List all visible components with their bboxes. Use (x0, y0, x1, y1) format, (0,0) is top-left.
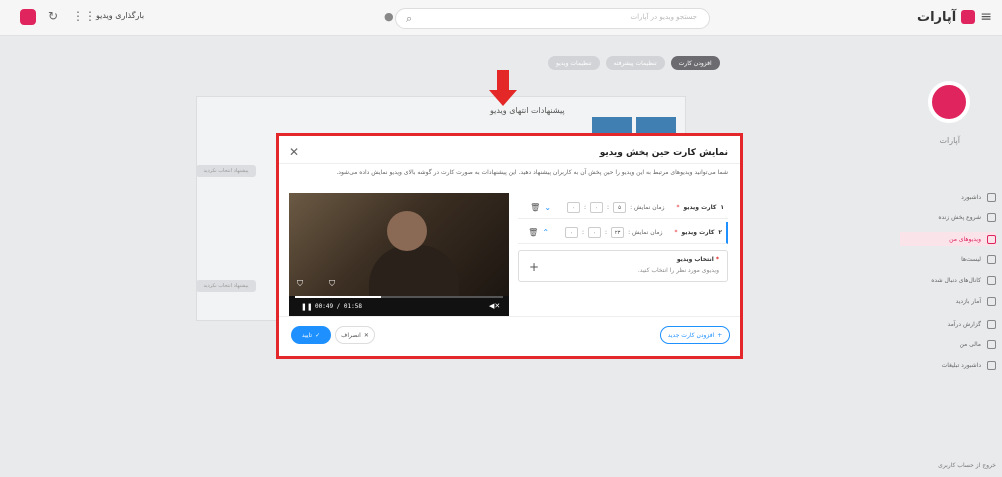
cancel-button[interactable]: ✕ انصراف (335, 326, 375, 344)
minutes-input[interactable]: ۰ (588, 227, 602, 238)
required-mark: * (674, 229, 678, 236)
hours-input[interactable]: ۰ (567, 202, 581, 213)
channels-icon (987, 275, 996, 285)
progress-fill (295, 296, 382, 298)
list-icon (987, 254, 996, 264)
search-placeholder: جستجو ویدیو در آپارات (630, 13, 698, 21)
time-label: زمان نمایش : (628, 229, 663, 236)
tab-add-card[interactable]: افزودن کارت (670, 56, 720, 70)
wallet-icon (987, 339, 996, 349)
select-video-box[interactable]: * انتخاب ویدیو ویدیوی مورد نظر را انتخاب… (518, 250, 728, 282)
search-icon[interactable]: ⌕ (406, 12, 412, 26)
trash-icon[interactable]: 🗑 (530, 203, 540, 212)
mute-icon[interactable]: ◀✕ (489, 302, 500, 310)
mic-icon[interactable]: ● (384, 10, 394, 23)
logo[interactable]: ≡ آپارات (917, 9, 992, 25)
seconds-input[interactable]: ۵ (613, 202, 627, 213)
sidebar-item[interactable]: داشبورد تبلیغات (900, 358, 996, 372)
channel-name: آپارات (939, 136, 960, 145)
divider (279, 316, 740, 317)
tab-video-settings[interactable]: تنظیمات ویدیو (548, 56, 600, 70)
card-label: کارت ویدیو (683, 204, 717, 211)
video-player[interactable]: ⛉ ⛉ ❚❚ 00:49 / 01:58 ◀✕ (289, 193, 509, 317)
sidebar-item-label: لیست‌ها (961, 255, 981, 263)
suggestion-button[interactable]: پیشنهاد انتخاب نکردید (196, 280, 256, 292)
sidebar-item[interactable]: لیست‌ها (900, 252, 996, 266)
sidebar-item[interactable]: ویدیوهای من (900, 232, 996, 246)
income-icon (987, 319, 996, 329)
card-label: کارت ویدیو (681, 229, 715, 236)
pause-icon[interactable]: ❚❚ (301, 303, 313, 311)
chevron-up-icon[interactable]: ⌃ (542, 228, 549, 237)
sidebar-item[interactable]: گزارش درآمد (900, 317, 996, 331)
select-video-hint: ویدیوی مورد نظر را انتخاب کنید. (637, 267, 719, 274)
sidebar-item[interactable]: مالی من (900, 337, 996, 351)
ads-icon (987, 360, 996, 370)
select-video-title: * انتخاب ویدیو (676, 256, 719, 263)
add-card-button[interactable]: + افزودن کارت جدید (660, 326, 730, 344)
apps-brand-icon[interactable] (20, 9, 36, 25)
time-label: زمان نمایش : (630, 204, 665, 211)
confirm-button[interactable]: ✓ تایید (291, 326, 331, 344)
live-icon (987, 212, 996, 222)
channel-avatar[interactable] (928, 81, 970, 123)
sidebar-item-label: شروع پخش زنده (938, 213, 981, 221)
tab-advanced-settings[interactable]: تنظیمات پیشرفته (605, 56, 665, 70)
menu-icon[interactable]: ≡ (980, 9, 992, 25)
chevron-down-icon[interactable]: ⌄ (544, 203, 551, 212)
card-row[interactable]: ۲ کارت ویدیو * زمان نمایش : ۲۳ : ۰ : ۰ ⌃… (518, 222, 728, 244)
sidebar-item[interactable]: آمار بازدید (900, 294, 996, 308)
card-number: ۲ (718, 229, 722, 236)
minutes-input[interactable]: ۰ (590, 202, 604, 213)
plus-icon[interactable]: + (529, 260, 539, 274)
divider (279, 163, 740, 164)
sidebar-item-label: گزارش درآمد (947, 320, 981, 328)
plus-icon: + (717, 331, 723, 339)
brand-name: آپارات (917, 9, 957, 25)
grid-icon[interactable]: ⋮⋮ (72, 9, 96, 23)
video-time: 00:49 / 01:58 (315, 303, 362, 310)
hours-input[interactable]: ۰ (565, 227, 579, 238)
tab-chips: تنظیمات ویدیو تنظیمات پیشرفته افزودن کار… (548, 56, 720, 70)
card-number: ۱ (720, 204, 724, 211)
dashboard-icon (987, 192, 996, 202)
card-modal: نمایش کارت حین پخش ویدیو ✕ شما می‌توانید… (279, 136, 740, 356)
sidebar-item-label: داشبورد (961, 193, 981, 201)
stats-icon (987, 296, 996, 306)
trash-icon[interactable]: 🗑 (528, 228, 538, 237)
sidebar-item-label: مالی من (959, 340, 981, 348)
check-icon: ✓ (315, 331, 321, 339)
sidebar-item[interactable]: شروع پخش زنده (900, 210, 996, 224)
card-row[interactable]: ۱ کارت ویدیو * زمان نمایش : ۵ : ۰ : ۰ ⌄ … (518, 197, 728, 219)
close-icon[interactable]: ✕ (289, 145, 299, 159)
history-icon[interactable]: ↻ (48, 9, 58, 23)
red-arrow-annotation (489, 70, 517, 110)
sidebar-item-label: کانال‌های دنبال شده (931, 276, 981, 284)
brand-icon (961, 10, 976, 24)
videos-icon (987, 234, 996, 244)
sidebar-item[interactable]: داشبورد (900, 190, 996, 204)
card-marker-icon[interactable]: ⛉ (329, 279, 337, 289)
top-bar: ↻ ⋮⋮ بارگذاری ویدیو ● ⌕ جستجو ویدیو در آ… (0, 0, 1002, 36)
close-icon: ✕ (363, 331, 369, 339)
required-mark: * (676, 204, 680, 211)
sidebar-item-label: آمار بازدید (955, 297, 981, 305)
upload-link[interactable]: بارگذاری ویدیو (96, 11, 144, 20)
sidebar-item-label: داشبورد تبلیغات (941, 361, 981, 369)
progress-bar[interactable] (295, 296, 503, 298)
sidebar-item-label: ویدیوهای من (949, 235, 981, 243)
card-marker-icon[interactable]: ⛉ (297, 279, 305, 289)
suggestion-button[interactable]: پیشنهاد انتخاب نکردید (196, 165, 256, 177)
modal-description: شما می‌توانید ویدیوهای مرتبط به این ویدی… (336, 169, 728, 176)
logout-link[interactable]: خروج از حساب کاربری (938, 462, 996, 469)
search-box[interactable]: ⌕ جستجو ویدیو در آپارات (395, 8, 710, 29)
modal-title: نمایش کارت حین پخش ویدیو (599, 148, 728, 158)
sidebar-item[interactable]: کانال‌های دنبال شده (900, 273, 996, 287)
seconds-input[interactable]: ۲۳ (611, 227, 625, 238)
